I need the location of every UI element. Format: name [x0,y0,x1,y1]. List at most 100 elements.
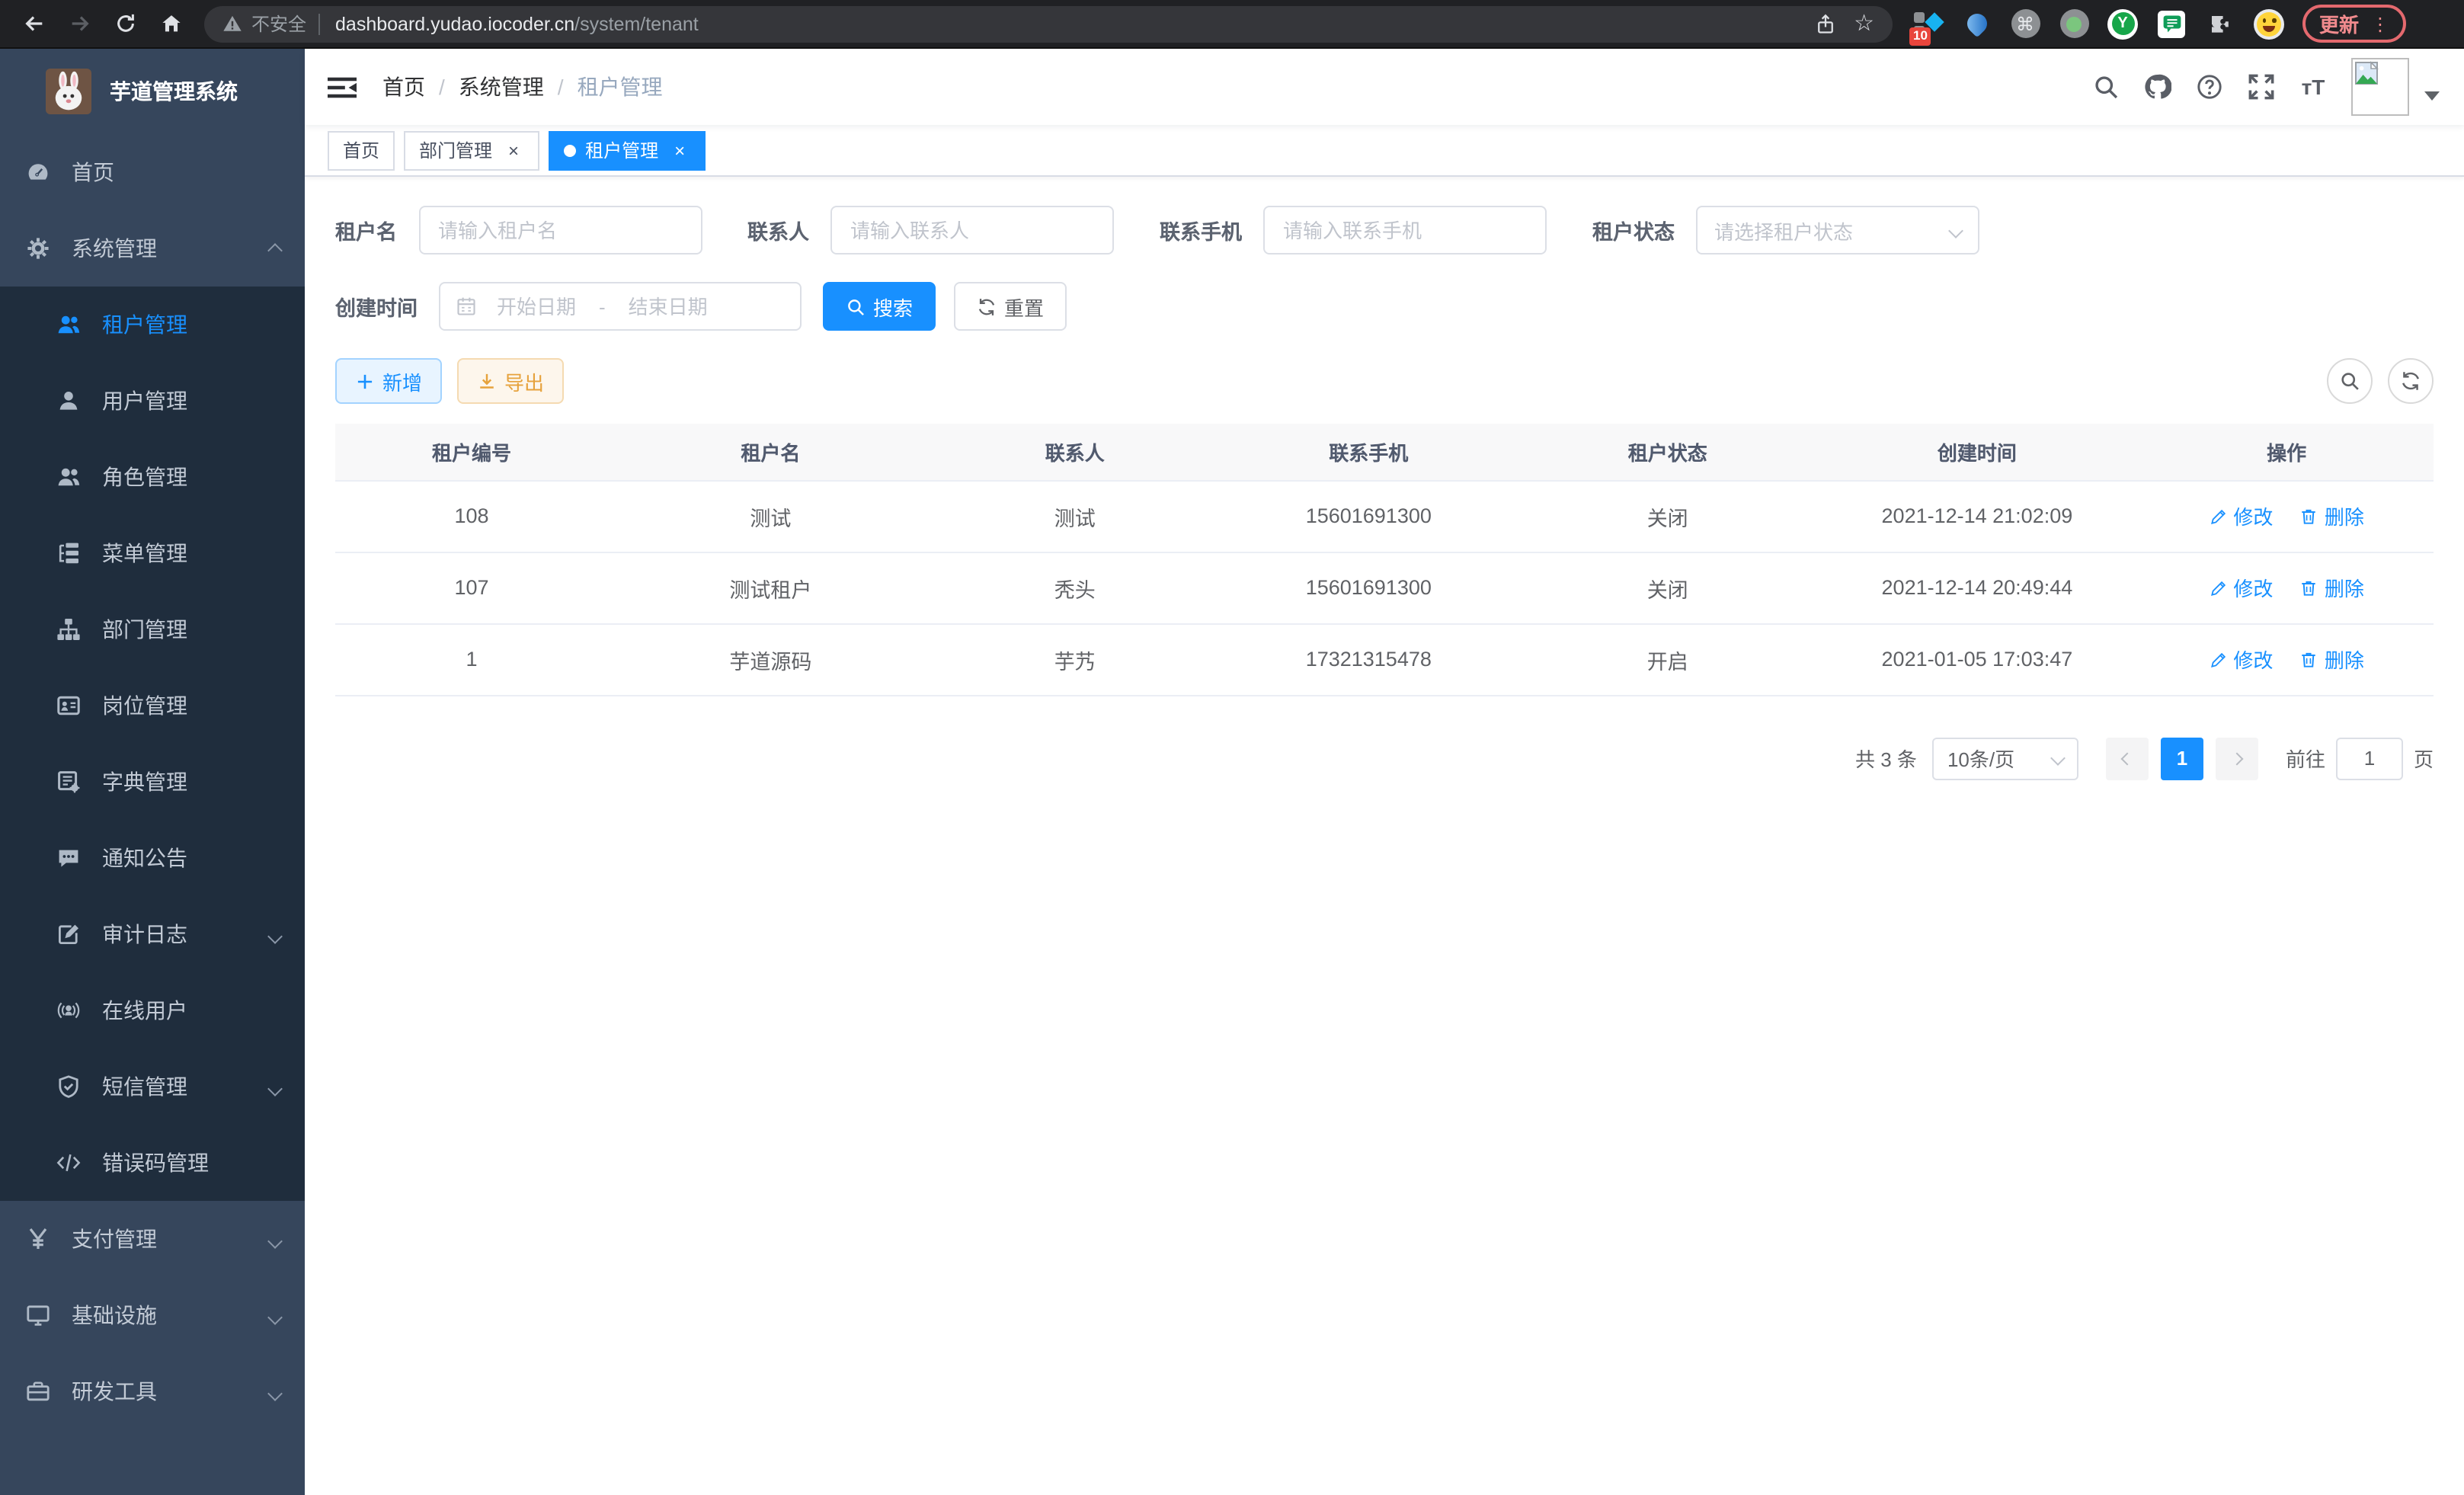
create-time-range-picker[interactable]: - [439,282,802,331]
gear-icon [24,236,52,261]
app-logo-image [46,69,91,114]
close-icon[interactable] [669,139,690,161]
browser-home-icon[interactable] [152,5,189,42]
col-actions: 操作 [2139,424,2434,480]
search-icon [846,296,866,316]
start-date-input[interactable] [477,295,596,318]
col-contact: 联系人 [933,424,1217,480]
sidebar-item-roles[interactable]: 角色管理 [0,439,305,515]
sidebar-item-system[interactable]: 系统管理 [0,210,305,287]
edit-link[interactable]: 修改 [2209,573,2273,602]
browser-menu-dots-icon[interactable]: ⋮ [2371,13,2389,34]
calendar-icon [456,296,477,317]
github-icon[interactable] [2132,73,2184,101]
search-button[interactable]: 搜索 [823,282,936,331]
export-button[interactable]: 导出 [457,358,564,404]
sidebar-item-tenant[interactable]: 租户管理 [0,287,305,363]
sidebar-item-error-codes[interactable]: 错误码管理 [0,1125,305,1201]
chevron-left-icon [2120,752,2133,765]
extension-icon-chat[interactable] [2156,8,2187,39]
tenant-name-input[interactable] [418,206,702,255]
security-label[interactable]: 不安全 [251,11,306,37]
tab-departments[interactable]: 部门管理 [404,130,539,170]
user-avatar[interactable] [2351,58,2409,116]
breadcrumb-home[interactable]: 首页 [382,72,425,102]
breadcrumb: 首页 / 系统管理 / 租户管理 [382,72,663,102]
add-button[interactable]: 新增 [335,358,442,404]
status-select[interactable]: 请选择租户状态 [1696,206,1979,255]
status-label: 租户状态 [1592,215,1675,245]
reset-button[interactable]: 重置 [954,282,1067,331]
next-page-button[interactable] [2216,737,2258,780]
address-bar[interactable]: 不安全 dashboard.yudao.iocoder.cn/system/te… [204,5,1893,42]
sidebar-toggle-icon[interactable] [328,72,357,101]
page-size-select[interactable]: 10条/页 [1932,737,2078,780]
sidebar-item-notice[interactable]: 通知公告 [0,820,305,896]
delete-link[interactable]: 删除 [2300,501,2364,530]
app-logo-row[interactable]: 芋道管理系统 [0,49,305,134]
tree-list-icon [55,541,82,565]
dictionary-icon [55,770,82,794]
prev-page-button[interactable] [2106,737,2149,780]
toggle-search-button[interactable] [2327,358,2373,404]
fullscreen-icon[interactable] [2235,73,2287,101]
edit-link[interactable]: 修改 [2209,501,2273,530]
sidebar-item-posts[interactable]: 岗位管理 [0,667,305,744]
update-label: 更新 [2319,9,2359,38]
browser-reload-icon[interactable] [107,5,143,42]
sidebar-item-online-users[interactable]: 在线用户 [0,972,305,1048]
page-root: 不安全 dashboard.yudao.iocoder.cn/system/te… [0,0,2464,1495]
contact-input[interactable] [830,206,1114,255]
goto-page-input[interactable] [2336,737,2403,780]
page-number-1[interactable]: 1 [2161,737,2203,780]
tab-home[interactable]: 首页 [328,130,395,170]
help-icon[interactable] [2184,73,2235,101]
sidebar-item-dict[interactable]: 字典管理 [0,744,305,820]
browser-back-icon[interactable] [15,5,52,42]
sidebar-item-dev-tools[interactable]: 研发工具 [0,1353,305,1429]
profile-avatar-icon[interactable] [2254,8,2284,39]
header-search-icon[interactable] [2080,73,2132,101]
extension-icon-recorder[interactable] [2059,8,2089,39]
sidebar-item-users[interactable]: 用户管理 [0,363,305,439]
share-icon[interactable] [1814,13,1835,34]
date-range-separator: - [596,295,609,318]
table-row: 1 芋道源码 芋艿 17321315478 开启 2021-01-05 17:0… [335,623,2434,695]
mobile-input[interactable] [1263,206,1547,255]
avatar-caret-icon[interactable] [2424,91,2440,101]
sidebar-item-sms[interactable]: 短信管理 [0,1048,305,1125]
chevron-down-icon [270,1074,280,1099]
navbar-tools: тT [2080,58,2464,116]
extension-icon-command[interactable]: ⌘ [2010,8,2040,39]
font-size-icon[interactable]: тT [2287,75,2339,99]
extension-icon-kite[interactable] [1961,8,1992,39]
sidebar-item-home[interactable]: 首页 [0,134,305,210]
badge-icon [55,693,82,718]
page-unit-label: 页 [2414,744,2434,773]
delete-link[interactable]: 删除 [2300,573,2364,602]
extensions-puzzle-icon[interactable] [2205,8,2235,39]
sidebar-item-departments[interactable]: 部门管理 [0,591,305,667]
col-tenant-name: 租户名 [608,424,933,480]
dashboard-icon [24,160,52,184]
refresh-table-button[interactable] [2388,358,2434,404]
delete-link[interactable]: 删除 [2300,645,2364,674]
sidebar-item-audit-log[interactable]: 审计日志 [0,896,305,972]
sidebar-item-payment[interactable]: 支付管理 [0,1201,305,1277]
security-warning-icon [222,14,242,34]
close-icon[interactable] [503,139,524,161]
browser-update-button[interactable]: 更新 ⋮ [2302,5,2406,43]
tab-tenant[interactable]: 租户管理 [549,130,706,170]
chevron-down-icon [1948,222,1963,238]
extension-icon-y[interactable]: Y [2107,8,2138,39]
breadcrumb-system[interactable]: 系统管理 [459,72,544,102]
toolbox-icon [24,1379,52,1404]
extension-icon-1[interactable]: 10 [1912,8,1943,39]
edit-link[interactable]: 修改 [2209,645,2273,674]
sidebar-item-infrastructure[interactable]: 基础设施 [0,1277,305,1353]
bookmark-star-icon[interactable]: ☆ [1854,12,1874,35]
browser-forward-icon[interactable] [61,5,98,42]
tenant-name-label: 租户名 [335,215,397,245]
sidebar-item-menus[interactable]: 菜单管理 [0,515,305,591]
end-date-input[interactable] [609,295,728,318]
